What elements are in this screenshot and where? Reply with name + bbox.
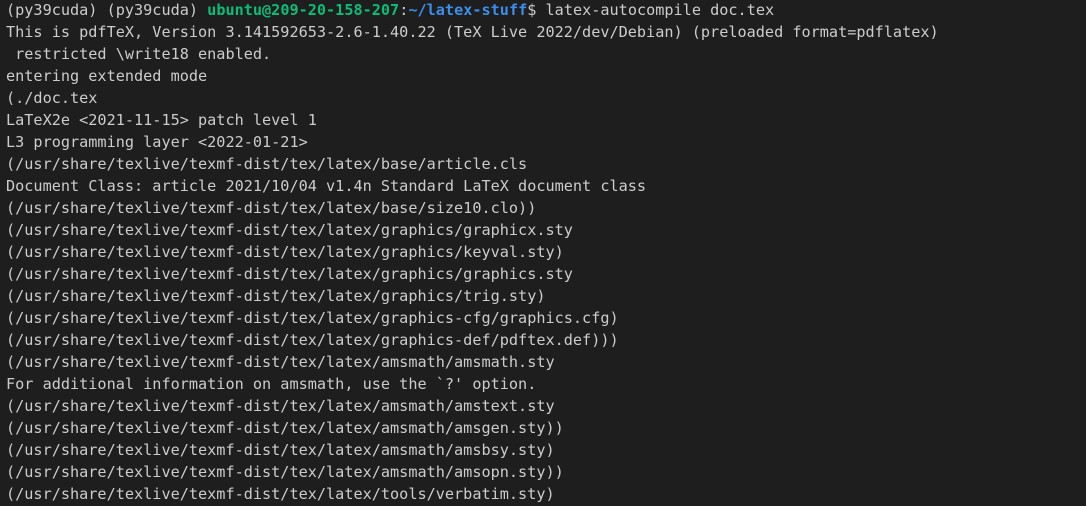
output-line: (/usr/share/texlive/texmf-dist/tex/latex… bbox=[6, 441, 555, 459]
output-line: (/usr/share/texlive/texmf-dist/tex/latex… bbox=[6, 243, 564, 261]
output-line: This is pdfTeX, Version 3.141592653-2.6-… bbox=[6, 23, 939, 41]
prompt-env: (py39cuda) (py39cuda) bbox=[6, 1, 208, 19]
output-line: restricted \write18 enabled. bbox=[6, 45, 272, 63]
output-line: (/usr/share/texlive/texmf-dist/tex/latex… bbox=[6, 199, 537, 217]
prompt-colon: : bbox=[399, 1, 409, 19]
terminal-output: (py39cuda) (py39cuda) ubuntu@209-20-158-… bbox=[6, 0, 1086, 505]
output-line: (/usr/share/texlive/texmf-dist/tex/latex… bbox=[6, 155, 528, 173]
output-line: LaTeX2e <2021-11-15> patch level 1 bbox=[6, 111, 317, 129]
prompt-command: latex-autocompile doc.tex bbox=[545, 1, 775, 19]
terminal-window[interactable]: (py39cuda) (py39cuda) ubuntu@209-20-158-… bbox=[0, 0, 1086, 506]
output-line: (/usr/share/texlive/texmf-dist/tex/latex… bbox=[6, 353, 555, 371]
prompt-path: ~/latex-stuff bbox=[408, 1, 528, 19]
prompt-dollar: $ bbox=[527, 1, 546, 19]
prompt-user-host: ubuntu@209-20-158-207 bbox=[207, 1, 400, 19]
output-line: (/usr/share/texlive/texmf-dist/tex/latex… bbox=[6, 463, 564, 481]
output-line: (/usr/share/texlive/texmf-dist/tex/latex… bbox=[6, 485, 555, 503]
output-line: (/usr/share/texlive/texmf-dist/tex/latex… bbox=[6, 331, 619, 349]
output-line: entering extended mode bbox=[6, 67, 208, 85]
output-line: (./doc.tex bbox=[6, 89, 98, 107]
prompt-line: (py39cuda) (py39cuda) ubuntu@209-20-158-… bbox=[6, 0, 1086, 21]
output-line: Document Class: article 2021/10/04 v1.4n… bbox=[6, 177, 647, 195]
output-line: (/usr/share/texlive/texmf-dist/tex/latex… bbox=[6, 287, 546, 305]
output-line: For additional information on amsmath, u… bbox=[6, 375, 537, 393]
output-line: (/usr/share/texlive/texmf-dist/tex/latex… bbox=[6, 419, 564, 437]
output-line: (/usr/share/texlive/texmf-dist/tex/latex… bbox=[6, 397, 555, 415]
output-line: (/usr/share/texlive/texmf-dist/tex/latex… bbox=[6, 309, 619, 327]
output-line: (/usr/share/texlive/texmf-dist/tex/latex… bbox=[6, 265, 573, 283]
output-line: (/usr/share/texlive/texmf-dist/tex/latex… bbox=[6, 221, 573, 239]
output-line: L3 programming layer <2022-01-21> bbox=[6, 133, 308, 151]
